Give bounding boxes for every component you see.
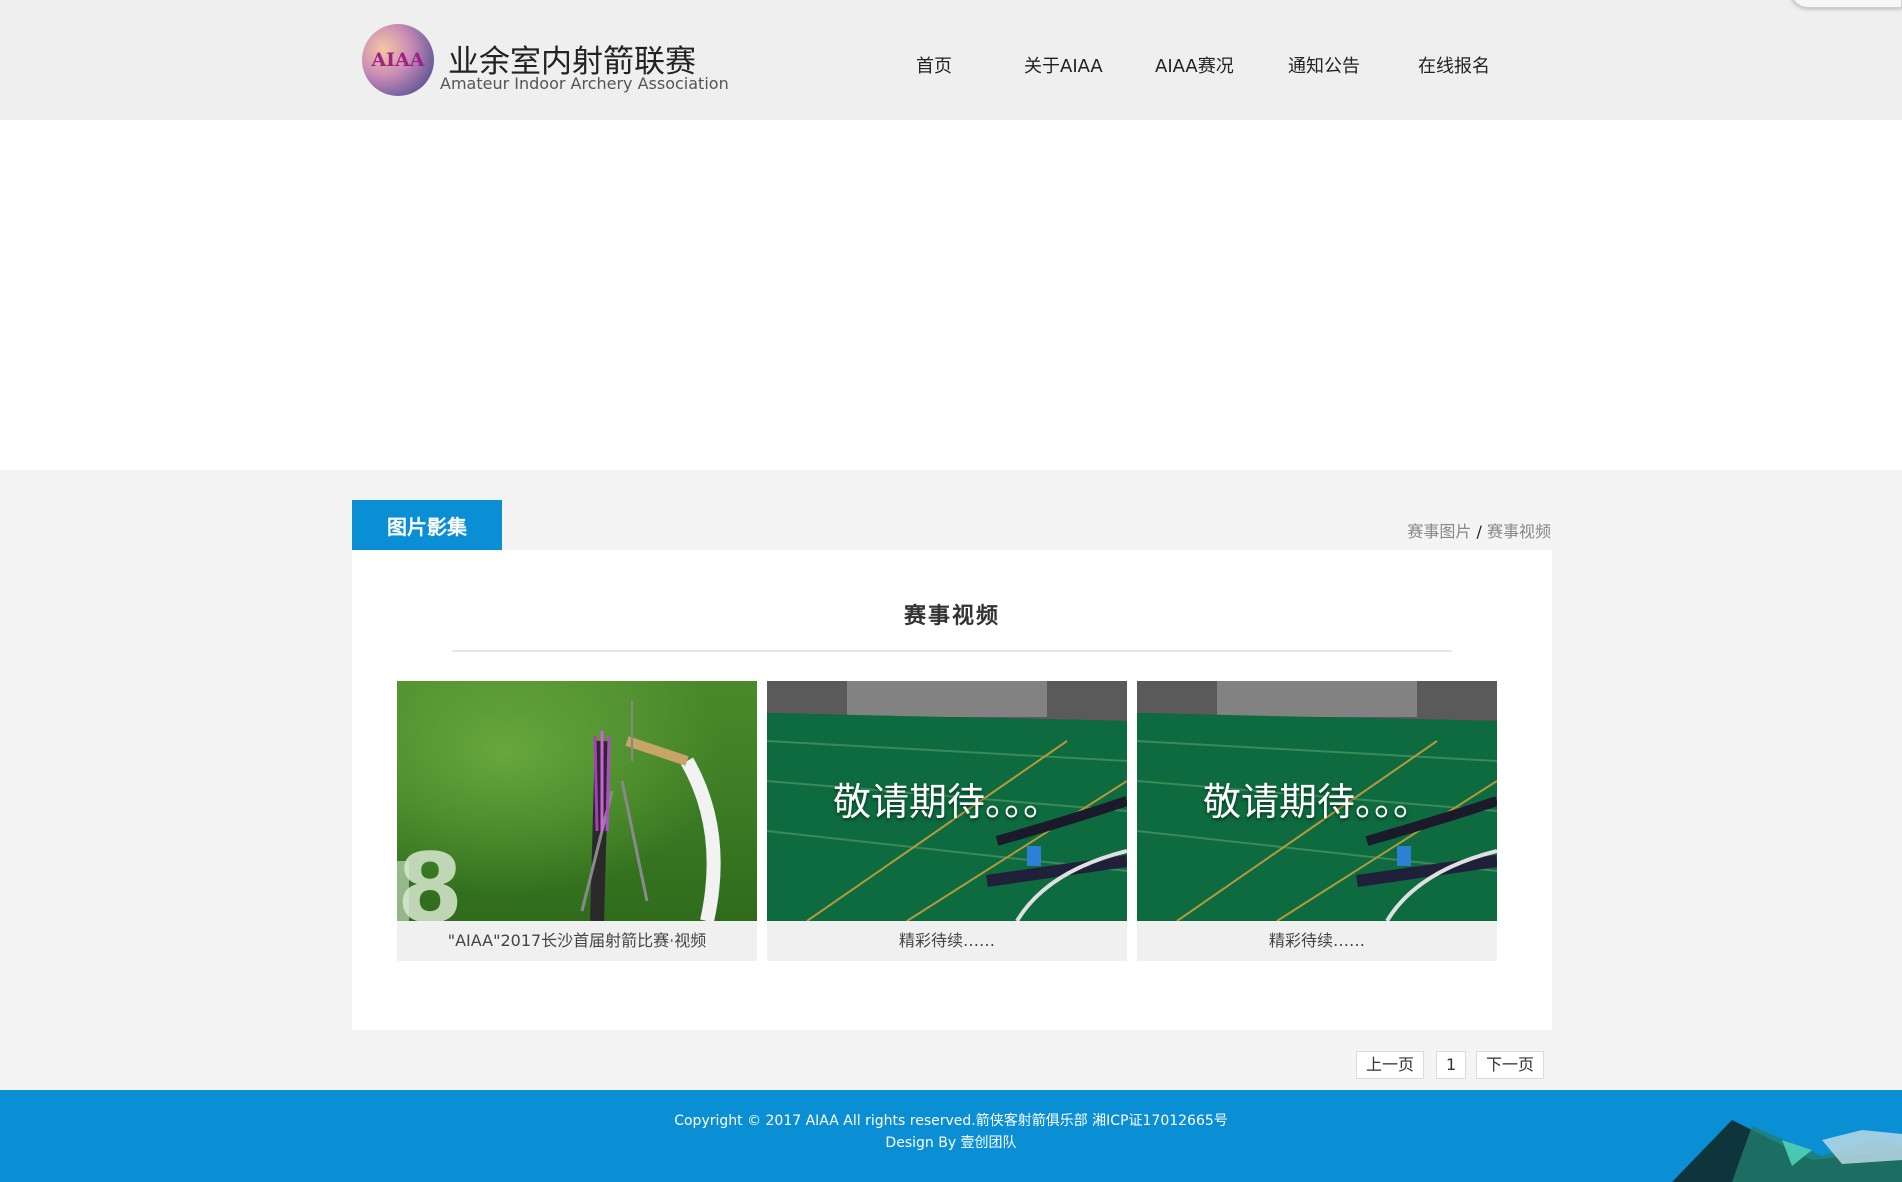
video-thumbnail: 敬请期待。。。 xyxy=(1137,681,1497,921)
prev-page-button[interactable]: 上一页 xyxy=(1356,1051,1425,1079)
link-event-photos[interactable]: 赛事图片 xyxy=(1407,522,1471,541)
site-footer: Copyright © 2017 AIAA All rights reserve… xyxy=(0,1090,1902,1182)
video-card[interactable]: 敬请期待。。。 精彩待续…… xyxy=(767,681,1127,961)
archery-grass-image: 8 xyxy=(397,681,757,921)
nav-item-results[interactable]: AIAA赛况 xyxy=(1155,52,1234,78)
banner-area xyxy=(0,120,1902,470)
section-tab: 图片影集 xyxy=(352,500,502,550)
next-page-button[interactable]: 下一页 xyxy=(1476,1051,1545,1079)
video-thumbnail: 敬请期待。。。 xyxy=(767,681,1127,921)
video-card-caption[interactable]: 精彩待续…… xyxy=(767,921,1127,961)
nav-item-register[interactable]: 在线报名 xyxy=(1418,52,1490,78)
breadcrumb-separator: / xyxy=(1476,522,1482,541)
coming-soon-overlay: 敬请期待。。。 xyxy=(1202,780,1431,824)
footer-decoration-image xyxy=(1672,1120,1902,1182)
video-card[interactable]: 8 "AIAA"2017长沙首届射箭比赛·视频 xyxy=(397,681,757,961)
video-card[interactable]: 敬请期待。。。 精彩待续…… xyxy=(1137,681,1497,961)
page-number-button[interactable]: 1 xyxy=(1436,1051,1467,1079)
panel-title: 赛事视频 xyxy=(903,603,1000,629)
nav-item-about[interactable]: 关于AIAA xyxy=(1024,52,1103,78)
video-card-caption[interactable]: 精彩待续…… xyxy=(1137,921,1497,961)
video-card-caption[interactable]: "AIAA"2017长沙首届射箭比赛·视频 xyxy=(397,921,757,961)
category-links: 赛事图片 / 赛事视频 xyxy=(1407,518,1551,542)
main-nav: 首页 关于AIAA AIAA赛况 通知公告 在线报名 xyxy=(0,52,1902,78)
coming-soon-overlay: 敬请期待。。。 xyxy=(832,780,1061,824)
footer-copyright: Copyright © 2017 AIAA All rights reserve… xyxy=(674,1113,1228,1129)
content-panel: 赛事视频 8 "AIAA"2017长沙首届射箭比赛·视频 敬请期待。。。 精彩待… xyxy=(352,550,1552,1030)
corner-decoration xyxy=(1790,0,1902,8)
footer-design-credit: Design By 壹创团队 xyxy=(885,1135,1017,1151)
nav-item-notices[interactable]: 通知公告 xyxy=(1288,52,1360,78)
site-header: AIAA 业余室内射箭联赛 Amateur Indoor Archery Ass… xyxy=(0,0,1902,120)
link-event-videos[interactable]: 赛事视频 xyxy=(1487,522,1551,541)
video-thumbnail: 8 xyxy=(397,681,757,921)
panel-divider xyxy=(452,650,1452,652)
nav-item-home[interactable]: 首页 xyxy=(916,52,952,78)
